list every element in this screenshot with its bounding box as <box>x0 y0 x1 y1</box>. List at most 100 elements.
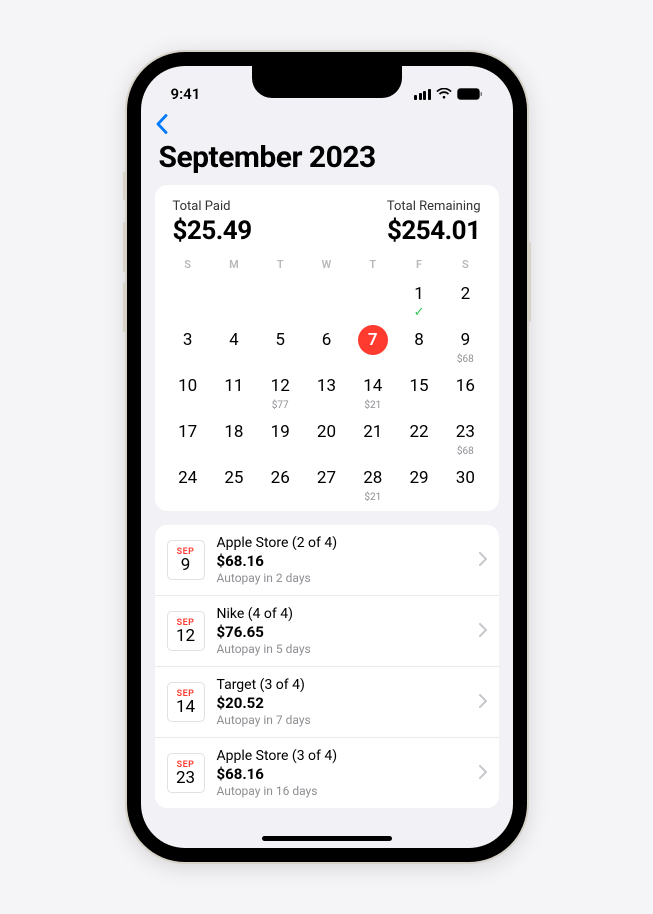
calendar-day-number: 15 <box>404 371 434 401</box>
calendar-day[interactable]: 16 <box>442 371 488 411</box>
calendar-day[interactable]: 28$21 <box>350 463 396 503</box>
notch <box>252 66 402 98</box>
total-remaining-label: Total Remaining <box>387 199 481 214</box>
calendar-day[interactable]: 12$77 <box>257 371 303 411</box>
status-indicators <box>414 88 483 100</box>
calendar-day-number: 24 <box>173 463 203 493</box>
nav-bar <box>141 110 513 140</box>
date-chip: SEP12 <box>167 611 205 651</box>
calendar-grid: 1✓23456789$68101112$771314$2115161718192… <box>165 279 489 503</box>
calendar-day <box>350 279 396 319</box>
volume-up-button <box>123 222 127 272</box>
payments-list: SEP9Apple Store (2 of 4)$68.16Autopay in… <box>155 525 499 808</box>
calendar-day-number: 2 <box>450 279 480 309</box>
calendar-day[interactable]: 21 <box>350 417 396 457</box>
weekday-label: T <box>350 258 396 271</box>
calendar-day[interactable]: 14$21 <box>350 371 396 411</box>
calendar-day[interactable]: 15 <box>396 371 442 411</box>
calendar-day <box>257 279 303 319</box>
chevron-right-icon <box>479 763 487 784</box>
calendar-day[interactable]: 3 <box>165 325 211 365</box>
calendar-day[interactable]: 6 <box>303 325 349 365</box>
calendar-day[interactable]: 18 <box>211 417 257 457</box>
volume-down-button <box>123 282 127 332</box>
content: September 2023 Total Paid $25.49 Total R… <box>141 140 513 808</box>
calendar-day[interactable]: 27 <box>303 463 349 503</box>
calendar-day[interactable]: 25 <box>211 463 257 503</box>
back-button[interactable] <box>155 114 168 138</box>
calendar-day-amount: $77 <box>272 401 289 411</box>
payment-title: Apple Store (2 of 4) <box>217 535 467 551</box>
weekday-label: S <box>442 258 488 271</box>
calendar-day[interactable]: 24 <box>165 463 211 503</box>
payment-row-body: Apple Store (3 of 4)$68.16Autopay in 16 … <box>217 748 467 798</box>
payment-title: Apple Store (3 of 4) <box>217 748 467 764</box>
calendar-day-number: 11 <box>219 371 249 401</box>
calendar-day-number: 12 <box>265 371 295 401</box>
calendar-day-amount: $68 <box>457 355 474 365</box>
calendar-day-number: 26 <box>265 463 295 493</box>
payment-subtitle: Autopay in 7 days <box>217 713 467 727</box>
payment-amount: $68.16 <box>217 552 467 570</box>
calendar-day <box>211 279 257 319</box>
calendar-day[interactable]: 5 <box>257 325 303 365</box>
weekday-label: T <box>257 258 303 271</box>
calendar-day[interactable]: 30 <box>442 463 488 503</box>
calendar-day[interactable]: 26 <box>257 463 303 503</box>
calendar-day-number: 10 <box>173 371 203 401</box>
payment-subtitle: Autopay in 16 days <box>217 784 467 798</box>
calendar-day[interactable]: 11 <box>211 371 257 411</box>
calendar-day[interactable]: 1✓ <box>396 279 442 319</box>
chevron-right-icon <box>479 550 487 571</box>
calendar-day-amount: $68 <box>457 447 474 457</box>
calendar-day[interactable]: 4 <box>211 325 257 365</box>
payment-row-body: Nike (4 of 4)$76.65Autopay in 5 days <box>217 606 467 656</box>
payment-title: Nike (4 of 4) <box>217 606 467 622</box>
home-indicator[interactable] <box>262 836 392 841</box>
calendar-day-number: 17 <box>173 417 203 447</box>
calendar-day[interactable]: 17 <box>165 417 211 457</box>
date-chip-day: 14 <box>176 699 195 716</box>
power-button <box>527 242 531 322</box>
payment-row[interactable]: SEP14Target (3 of 4)$20.52Autopay in 7 d… <box>155 667 499 738</box>
weekday-label: F <box>396 258 442 271</box>
calendar-day-number: 30 <box>450 463 480 493</box>
weekday-label: S <box>165 258 211 271</box>
calendar-day[interactable]: 23$68 <box>442 417 488 457</box>
calendar-day[interactable]: 10 <box>165 371 211 411</box>
total-remaining-value: $254.01 <box>387 216 481 246</box>
payment-row[interactable]: SEP9Apple Store (2 of 4)$68.16Autopay in… <box>155 525 499 596</box>
calendar-day[interactable]: 29 <box>396 463 442 503</box>
payment-row[interactable]: SEP12 Nike (4 of 4)$76.65Autopay in 5 day… <box>155 596 499 667</box>
calendar-day-number: 3 <box>173 325 203 355</box>
weekday-label: M <box>211 258 257 271</box>
status-time: 9:41 <box>171 85 201 103</box>
weekday-header: SMTWTFS <box>165 258 489 271</box>
calendar-day <box>165 279 211 319</box>
calendar-day[interactable]: 7 <box>350 325 396 365</box>
page-title: September 2023 <box>155 140 499 175</box>
calendar-day-number: 8 <box>404 325 434 355</box>
calendar-card: Total Paid $25.49 Total Remaining $254.0… <box>155 185 499 511</box>
calendar-day[interactable]: 9$68 <box>442 325 488 365</box>
calendar-day[interactable]: 19 <box>257 417 303 457</box>
calendar-day-number: 28 <box>358 463 388 493</box>
calendar-day[interactable]: 2 <box>442 279 488 319</box>
date-chip-day: 23 <box>176 770 195 787</box>
calendar-day-number: 4 <box>219 325 249 355</box>
calendar-day-number: 27 <box>311 463 341 493</box>
calendar-day[interactable]: 8 <box>396 325 442 365</box>
payment-row[interactable]: SEP23Apple Store (3 of 4)$68.16Autopay i… <box>155 738 499 808</box>
payment-row-body: Target (3 of 4)$20.52Autopay in 7 days <box>217 677 467 727</box>
calendar-day-number: 22 <box>404 417 434 447</box>
silent-switch <box>123 172 127 200</box>
wifi-icon <box>436 88 452 100</box>
total-paid: Total Paid $25.49 <box>173 199 252 246</box>
calendar-day-number: 19 <box>265 417 295 447</box>
calendar-day-amount: $21 <box>364 401 381 411</box>
calendar-day[interactable]: 20 <box>303 417 349 457</box>
chevron-right-icon <box>479 692 487 713</box>
calendar-day[interactable]: 13 <box>303 371 349 411</box>
calendar-day-amount: $21 <box>364 493 381 503</box>
calendar-day[interactable]: 22 <box>396 417 442 457</box>
